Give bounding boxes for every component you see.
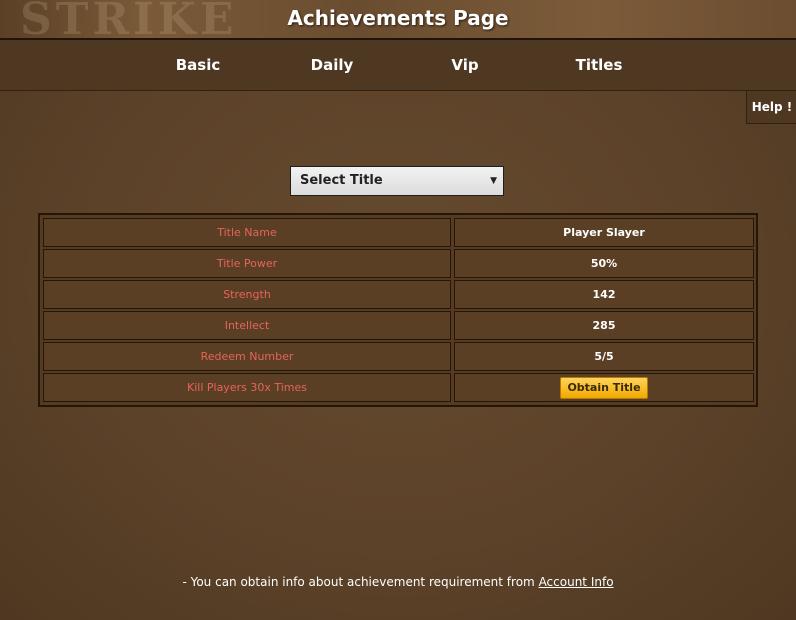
page-title: Achievements Page [287, 6, 509, 30]
row-label: Strength [43, 280, 451, 309]
help-button[interactable]: Help ! [746, 91, 796, 124]
row-value: 50% [454, 249, 754, 278]
title-select[interactable]: Select Title ▼ [290, 166, 504, 196]
row-label: Title Power [43, 249, 451, 278]
row-label: Kill Players 30x Times [43, 373, 451, 402]
row-value: Player Slayer [454, 218, 754, 247]
tab-basic[interactable]: Basic [148, 56, 248, 74]
row-label: Redeem Number [43, 342, 451, 371]
table-row: Redeem Number 5/5 [43, 342, 754, 371]
table-row: Intellect 285 [43, 311, 754, 340]
table-row: Title Power 50% [43, 249, 754, 278]
footer-text: - You can obtain info about achievement … [182, 575, 539, 589]
chevron-down-icon: ▼ [490, 176, 497, 186]
title-select-value: Select Title [300, 173, 383, 188]
header-bar: STRIKE Achievements Page [0, 0, 796, 45]
table-row: Kill Players 30x Times Obtain Title [43, 373, 754, 402]
table-row: Title Name Player Slayer [43, 218, 754, 247]
nav-bar: Basic Daily Vip Titles [0, 40, 796, 91]
row-value: 5/5 [454, 342, 754, 371]
row-value: 142 [454, 280, 754, 309]
row-value: 285 [454, 311, 754, 340]
tab-vip[interactable]: Vip [415, 56, 515, 74]
row-action: Obtain Title [454, 373, 754, 402]
tab-titles[interactable]: Titles [549, 56, 649, 74]
obtain-title-button[interactable]: Obtain Title [560, 377, 648, 399]
row-label: Title Name [43, 218, 451, 247]
tab-daily[interactable]: Daily [282, 56, 382, 74]
footer-note: - You can obtain info about achievement … [0, 575, 796, 589]
account-info-link[interactable]: Account Info [539, 575, 614, 589]
row-label: Intellect [43, 311, 451, 340]
table-row: Strength 142 [43, 280, 754, 309]
title-table: Title Name Player Slayer Title Power 50%… [38, 213, 758, 407]
